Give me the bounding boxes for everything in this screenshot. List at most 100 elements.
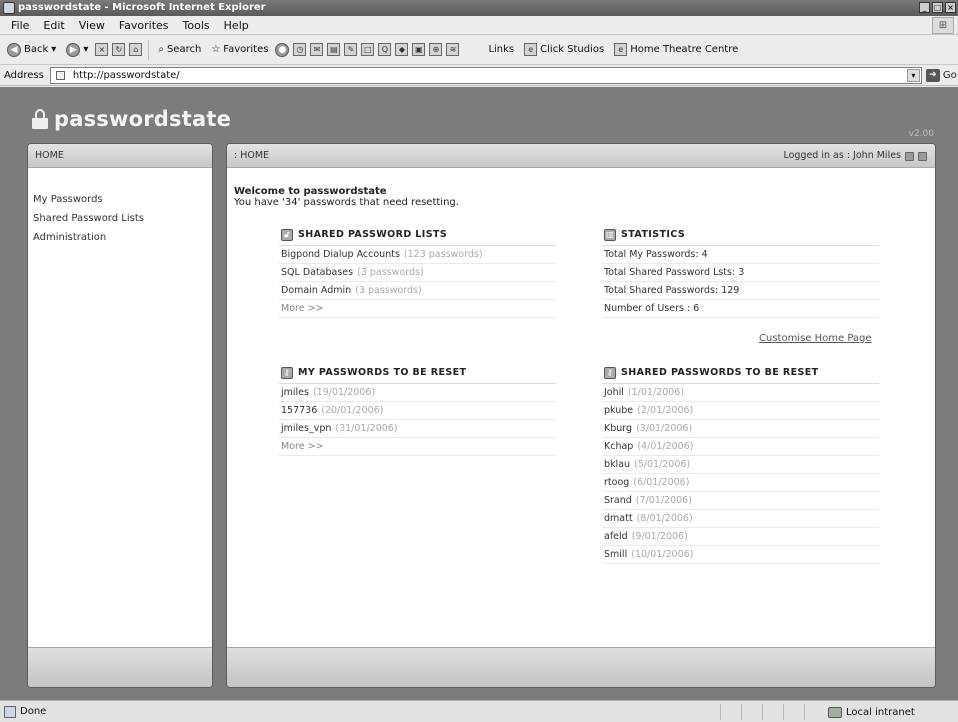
page-icon (55, 70, 65, 80)
menu-file[interactable]: File (4, 19, 36, 32)
list-item-name[interactable]: Bigpond Dialup Accounts (281, 249, 400, 260)
menu-edit[interactable]: Edit (36, 19, 71, 32)
list-item-name[interactable]: Domain Admin (281, 285, 351, 296)
my-passwords-reset-box: ⚷ MY PASSWORDS TO BE RESET jmiles (19/01/… (279, 362, 556, 456)
welcome-message: Welcome to passwordstate You have '34' p… (234, 186, 459, 208)
list-item-name[interactable]: Johil (604, 387, 624, 398)
sidebar-item-my-passwords[interactable]: My Passwords (33, 190, 212, 209)
sidebar-item-shared-password-lists[interactable]: Shared Password Lists (33, 209, 212, 228)
logout-icon[interactable] (918, 151, 927, 161)
list-item-name[interactable]: jmiles (281, 387, 309, 398)
list-item[interactable]: jmiles (19/01/2006) (279, 384, 556, 402)
list-item[interactable]: Kburg (3/01/2006) (602, 420, 879, 438)
list-item-date: (7/01/2006) (635, 495, 692, 506)
list-item-date: (20/01/2006) (321, 405, 384, 416)
zoom-icon[interactable]: ⊕ (429, 43, 443, 56)
mail-icon[interactable]: ✉ (310, 43, 324, 56)
intranet-icon (828, 706, 842, 718)
app-name: passwordstate (54, 107, 232, 131)
list-item-name[interactable]: rtoog (604, 477, 629, 488)
menu-help[interactable]: Help (217, 19, 256, 32)
list-item[interactable]: Johil (1/01/2006) (602, 384, 879, 402)
stat-row: Total Shared Password Lsts: 3 (602, 264, 879, 282)
sidebar: HOME My Passwords Shared Password Lists … (27, 143, 213, 688)
customise-home-page-link[interactable]: Customise Home Page (759, 333, 872, 344)
chevron-down-icon[interactable]: ▾ (906, 68, 920, 82)
link-click-studios[interactable]: e Click Studios (521, 42, 607, 57)
link-home-theatre[interactable]: e Home Theatre Centre (611, 42, 741, 57)
tools-icon[interactable]: ▣ (412, 43, 426, 56)
menu-tools[interactable]: Tools (176, 19, 217, 32)
history-icon[interactable]: ◷ (293, 43, 307, 56)
list-item-date: (8/01/2006) (636, 513, 693, 524)
favorites-button[interactable]: ☆ Favorites (208, 43, 271, 56)
list-item-name[interactable]: pkube (604, 405, 633, 416)
chevron-down-icon: ▾ (51, 44, 57, 55)
list-item-count: (3 passwords) (357, 267, 424, 278)
printer-icon[interactable] (905, 151, 914, 161)
research-icon[interactable]: Q (378, 43, 392, 56)
list-item[interactable]: jmiles_vpn (31/01/2006) (279, 420, 556, 438)
list-item[interactable]: 157736 (20/01/2006) (279, 402, 556, 420)
go-label: Go (942, 69, 957, 81)
refresh-icon[interactable]: ↻ (112, 43, 126, 56)
page-icon (4, 705, 16, 718)
lock-icon: 🔓︎ (281, 228, 293, 241)
list-item[interactable]: dmatt (8/01/2006) (602, 510, 879, 528)
list-item[interactable]: Domain Admin (3 passwords) (279, 282, 556, 300)
list-item[interactable]: bklau (5/01/2006) (602, 456, 879, 474)
shared-passwords-reset-box: ⚷ SHARED PASSWORDS TO BE RESET Johil (1/0… (602, 362, 879, 564)
messenger-icon[interactable]: ◆ (395, 43, 409, 56)
list-item-name[interactable]: afeld (604, 531, 628, 542)
lock-icon (32, 109, 48, 129)
translate-icon[interactable]: ≋ (446, 43, 460, 56)
go-button[interactable]: ➔ Go (925, 68, 957, 82)
more-link[interactable]: More >> (281, 303, 324, 314)
edit-icon[interactable]: ✎ (344, 43, 358, 56)
list-item-name[interactable]: jmiles_vpn (281, 423, 331, 434)
box-title-text: STATISTICS (621, 229, 686, 240)
star-icon: ☆ (211, 44, 221, 55)
list-item[interactable]: Bigpond Dialup Accounts (123 passwords) (279, 246, 556, 264)
menu-view[interactable]: View (72, 19, 112, 32)
search-button[interactable]: ⌕ Search (155, 43, 204, 56)
list-item[interactable]: Smill (10/01/2006) (602, 546, 879, 564)
home-icon[interactable]: ⌂ (129, 43, 143, 56)
list-item-count: (123 passwords) (403, 249, 483, 260)
list-item[interactable]: SQL Databases (3 passwords) (279, 264, 556, 282)
maximize-button[interactable]: □ (932, 2, 943, 13)
list-item[interactable]: afeld (9/01/2006) (602, 528, 879, 546)
status-text: Done (20, 706, 47, 717)
close-button[interactable]: × (945, 2, 956, 13)
media-icon[interactable]: ● (275, 42, 290, 57)
key-icon: ⚷ (281, 366, 293, 379)
list-item[interactable]: Kchap (4/01/2006) (602, 438, 879, 456)
list-item-name[interactable]: SQL Databases (281, 267, 353, 278)
back-button[interactable]: ◀ Back ▾ (4, 42, 59, 58)
address-input[interactable]: http://passwordstate/ ▾ (49, 66, 922, 84)
more-link[interactable]: More >> (281, 441, 324, 452)
list-item[interactable]: Srand (7/01/2006) (602, 492, 879, 510)
list-item-name[interactable]: Kchap (604, 441, 633, 452)
forward-button[interactable]: ▶ ▾ (63, 42, 91, 58)
print-icon[interactable]: ▤ (327, 43, 341, 56)
list-item-name[interactable]: 157736 (281, 405, 317, 416)
list-item-date: (10/01/2006) (631, 549, 694, 560)
stop-icon[interactable]: × (95, 43, 109, 56)
list-item-name[interactable]: bklau (604, 459, 630, 470)
menu-favorites[interactable]: Favorites (112, 19, 176, 32)
list-item-name[interactable]: Smill (604, 549, 627, 560)
sidebar-item-administration[interactable]: Administration (33, 228, 212, 247)
stat-row: Number of Users : 6 (602, 300, 879, 318)
minimize-button[interactable]: _ (919, 2, 930, 13)
zone-label: Local intranet (846, 706, 915, 718)
breadcrumb: : HOME (234, 150, 270, 161)
back-label: Back (24, 44, 49, 55)
list-item-name[interactable]: Srand (604, 495, 632, 506)
list-item-name[interactable]: Kburg (604, 423, 632, 434)
list-item[interactable]: rtoog (6/01/2006) (602, 474, 879, 492)
list-item[interactable]: pkube (2/01/2006) (602, 402, 879, 420)
stat-row: Total Shared Passwords: 129 (602, 282, 879, 300)
list-item-name[interactable]: dmatt (604, 513, 633, 524)
discuss-icon[interactable]: □ (361, 43, 375, 56)
